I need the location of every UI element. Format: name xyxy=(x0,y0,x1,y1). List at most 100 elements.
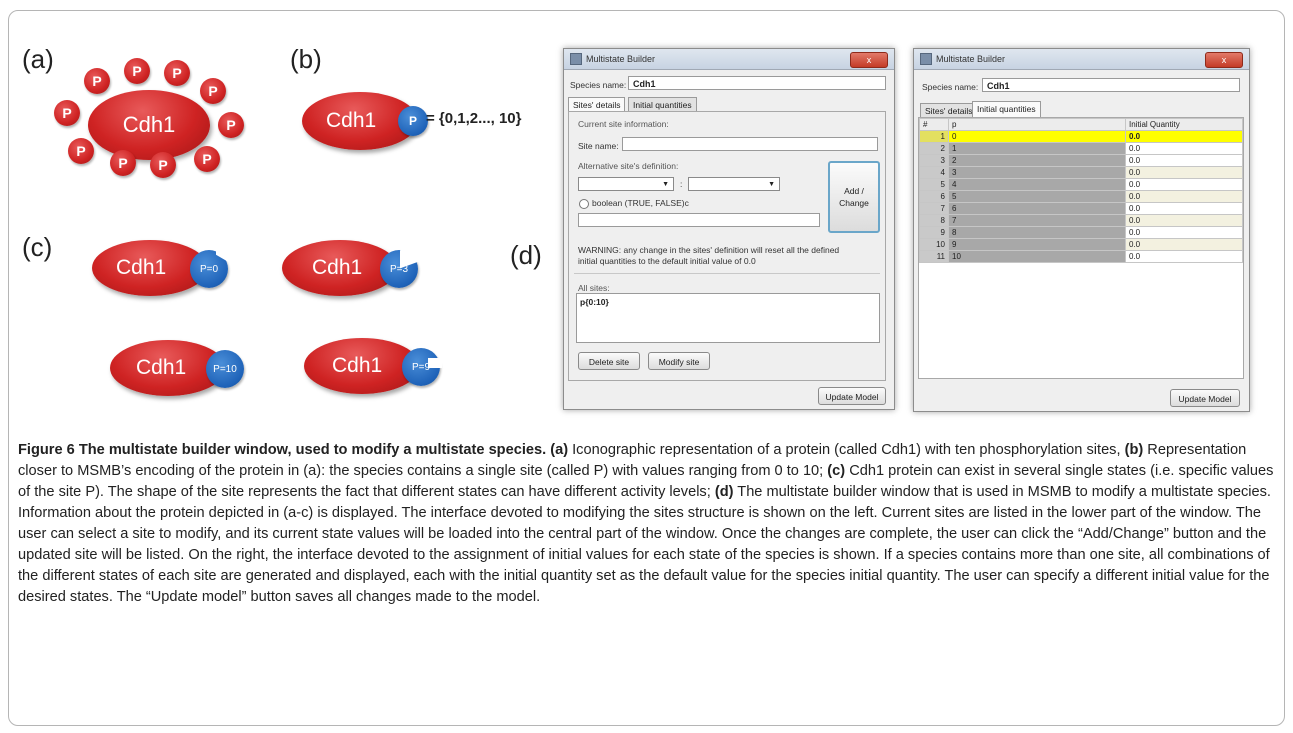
all-sites-list[interactable]: p{0:10} xyxy=(576,293,880,343)
phospho-p-7: P xyxy=(68,138,94,164)
add-change-label-2: Change xyxy=(839,198,869,208)
phospho-p-2: P xyxy=(124,58,150,84)
tab-initial-quantities[interactable]: Initial quantities xyxy=(628,97,697,111)
col-index: # xyxy=(919,118,949,131)
row-index: 9 xyxy=(919,226,949,239)
row-quantity[interactable]: 0.0 xyxy=(1125,238,1243,251)
col-p: p xyxy=(948,118,1126,131)
update-model-button[interactable]: Update Model xyxy=(1170,389,1240,407)
row-index: 4 xyxy=(919,166,949,179)
modify-site-button[interactable]: Modify site xyxy=(648,352,710,370)
tab-sites-details[interactable]: Sites' details xyxy=(920,103,978,117)
caption-tag-d: (d) xyxy=(714,484,734,500)
caption-title: Figure 6 The multistate builder window, … xyxy=(18,442,547,458)
row-p: 4 xyxy=(948,178,1126,191)
divider xyxy=(574,273,880,274)
boolean-values-input[interactable] xyxy=(578,213,820,227)
row-quantity[interactable]: 0.0 xyxy=(1125,166,1243,179)
table-row[interactable]: 5 4 0.0 xyxy=(919,178,1243,191)
row-p: 0 xyxy=(948,130,1126,143)
window-title: Multistate Builder xyxy=(586,54,656,64)
table-row[interactable]: 3 2 0.0 xyxy=(919,154,1243,167)
row-quantity[interactable]: 0.0 xyxy=(1125,130,1243,143)
species-name-input[interactable]: Cdh1 xyxy=(982,78,1240,92)
row-quantity[interactable]: 0.0 xyxy=(1125,202,1243,215)
multistate-builder-window-left: Multistate Builder x Species name: Cdh1 … xyxy=(563,48,895,410)
row-quantity[interactable]: 0.0 xyxy=(1125,142,1243,155)
table-row[interactable]: 7 6 0.0 xyxy=(919,202,1243,215)
figure-caption: Figure 6 The multistate builder window, … xyxy=(18,440,1276,608)
boolean-radio[interactable] xyxy=(579,199,589,209)
table-row[interactable]: 6 5 0.0 xyxy=(919,190,1243,203)
table-row[interactable]: 1 0 0.0 xyxy=(919,130,1243,143)
row-quantity[interactable]: 0.0 xyxy=(1125,190,1243,203)
row-p: 8 xyxy=(948,226,1126,239)
add-change-label-1: Add / xyxy=(844,186,864,196)
row-p: 3 xyxy=(948,166,1126,179)
species-name-input[interactable]: Cdh1 xyxy=(628,76,886,90)
current-site-info-label: Current site information: xyxy=(578,119,669,129)
row-quantity[interactable]: 0.0 xyxy=(1125,226,1243,239)
state-label-p10: P=10 xyxy=(213,363,237,375)
table-row[interactable]: 2 1 0.0 xyxy=(919,142,1243,155)
tab-initial-quantities[interactable]: Initial quantities xyxy=(972,101,1041,117)
add-change-button[interactable]: Add / Change xyxy=(828,161,880,233)
panel-label-a: (a) xyxy=(22,44,54,74)
chevron-down-icon: ▼ xyxy=(662,181,669,188)
site-p-b: P xyxy=(398,106,428,136)
phospho-p-5: P xyxy=(54,100,80,126)
caption-tag-a: (a) xyxy=(550,442,569,458)
window-titlebar: Multistate Builder x xyxy=(914,49,1249,70)
panel-label-c: (c) xyxy=(22,232,53,262)
panel-label-b: (b) xyxy=(290,44,322,74)
site-notch-4 xyxy=(428,358,442,368)
site-list-item[interactable]: p{0:10} xyxy=(577,294,879,310)
row-quantity[interactable]: 0.0 xyxy=(1125,250,1243,263)
row-p: 7 xyxy=(948,214,1126,227)
table-row[interactable]: 9 8 0.0 xyxy=(919,226,1243,239)
tab-sites-details[interactable]: Sites' details xyxy=(568,97,626,111)
delete-site-button[interactable]: Delete site xyxy=(578,352,640,370)
window-title: Multistate Builder xyxy=(936,54,1006,64)
boolean-label: boolean (TRUE, FALSE)c xyxy=(592,198,689,208)
table-row[interactable]: 10 9 0.0 xyxy=(919,238,1243,251)
phospho-p-8: P xyxy=(110,150,136,176)
row-p: 2 xyxy=(948,154,1126,167)
row-index: 8 xyxy=(919,214,949,227)
site-name-input[interactable] xyxy=(622,137,878,151)
species-name-label: Species name: xyxy=(570,80,627,90)
table-row[interactable]: 4 3 0.0 xyxy=(919,166,1243,179)
row-p: 1 xyxy=(948,142,1126,155)
cdh1-protein-a: Cdh1 xyxy=(88,90,210,160)
warning-line-2: initial quantities to the default initia… xyxy=(578,256,756,266)
chevron-down-icon: ▼ xyxy=(768,181,775,188)
range-separator: : xyxy=(680,179,683,189)
row-index: 6 xyxy=(919,190,949,203)
window-titlebar: Multistate Builder x xyxy=(564,49,894,70)
close-button[interactable]: x xyxy=(850,52,888,68)
row-index: 3 xyxy=(919,154,949,167)
row-index: 7 xyxy=(919,202,949,215)
update-model-button[interactable]: Update Model xyxy=(818,387,886,405)
app-icon xyxy=(570,53,582,65)
row-quantity[interactable]: 0.0 xyxy=(1125,214,1243,227)
phospho-p-4: P xyxy=(200,78,226,104)
phospho-p-9: P xyxy=(150,152,176,178)
phospho-p-3: P xyxy=(164,60,190,86)
row-p: 6 xyxy=(948,202,1126,215)
site-state-p10: P=10 xyxy=(206,350,244,388)
table-row[interactable]: 11 10 0.0 xyxy=(919,250,1243,263)
row-quantity[interactable]: 0.0 xyxy=(1125,154,1243,167)
phospho-p-10: P xyxy=(194,146,220,172)
close-button[interactable]: x xyxy=(1205,52,1243,68)
range-to-select[interactable]: ▼ xyxy=(688,177,780,191)
all-sites-label: All sites: xyxy=(578,283,610,293)
range-from-select[interactable]: ▼ xyxy=(578,177,674,191)
state-label-p0: P=0 xyxy=(199,263,219,275)
caption-text-d: The multistate builder window that is us… xyxy=(18,484,1271,605)
table-row[interactable]: 8 7 0.0 xyxy=(919,214,1243,227)
row-index: 10 xyxy=(919,238,949,251)
alt-definition-label: Alternative site's definition: xyxy=(578,161,679,171)
caption-tag-c: (c) xyxy=(827,463,846,479)
row-quantity[interactable]: 0.0 xyxy=(1125,178,1243,191)
